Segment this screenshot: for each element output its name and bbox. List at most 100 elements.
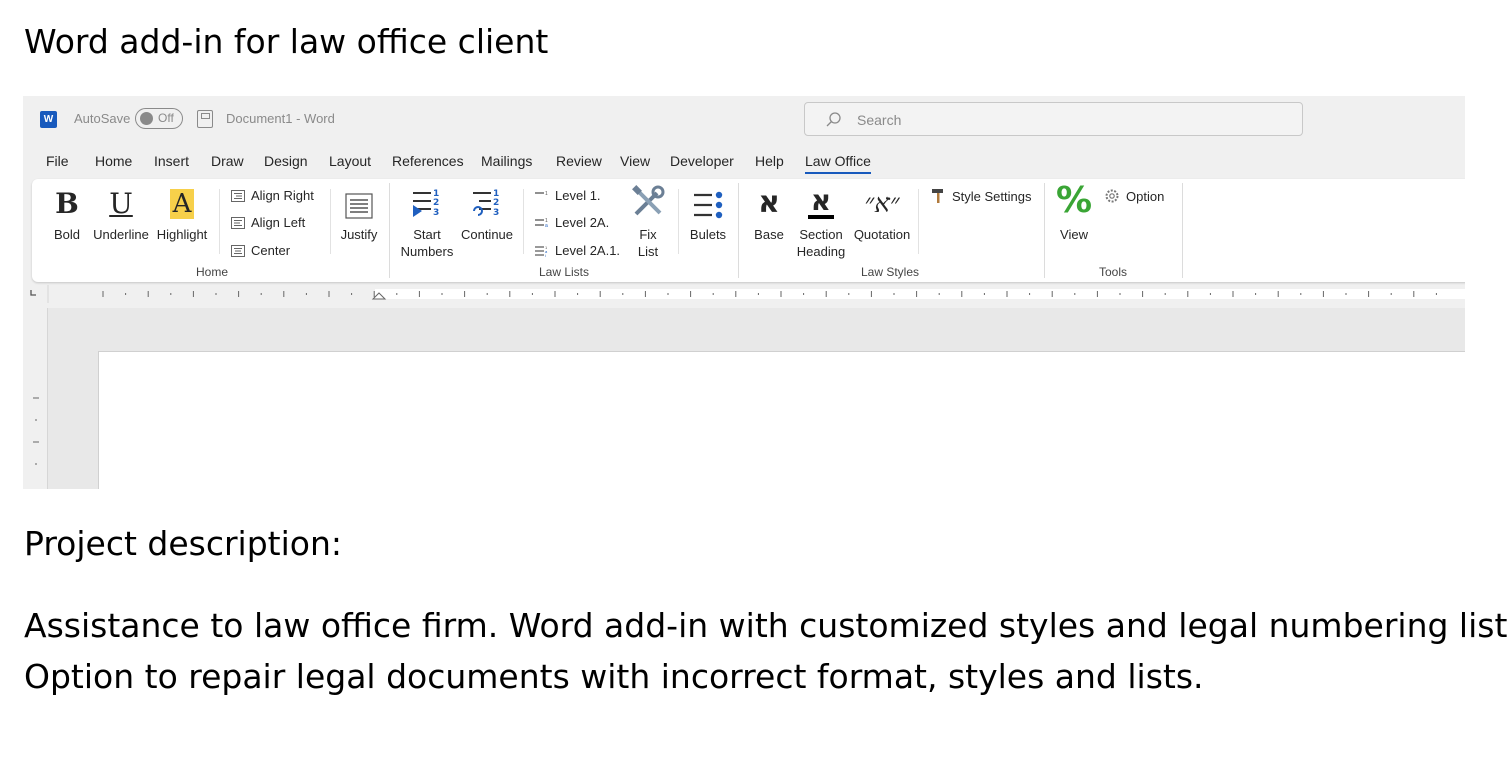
- search-placeholder: Search: [857, 112, 902, 128]
- level-1-icon: 1: [535, 191, 548, 197]
- start-numbers-button[interactable]: 123 Start Numbers: [396, 185, 458, 260]
- tab-mailings[interactable]: Mailings: [481, 153, 532, 169]
- tab-insert[interactable]: Insert: [154, 153, 189, 169]
- justify-label: Justify: [340, 227, 378, 242]
- fix-list-label-2: List: [637, 244, 659, 259]
- option-button[interactable]: Option: [1104, 188, 1164, 204]
- align-right-icon: [231, 189, 245, 202]
- tab-layout[interactable]: Layout: [329, 153, 371, 169]
- align-right-button[interactable]: Align Right: [231, 188, 314, 203]
- horizontal-ruler[interactable]: [23, 285, 1465, 303]
- bold-button[interactable]: B Bold: [50, 185, 84, 243]
- align-right-label: Align Right: [251, 188, 314, 203]
- tab-references[interactable]: References: [392, 153, 464, 169]
- percent-icon: %: [1055, 180, 1093, 221]
- level-1-button[interactable]: 1 Level 1.: [535, 188, 601, 203]
- title-bar: W AutoSave Off Document1 - Word Search: [23, 96, 1465, 142]
- underline-button[interactable]: U Underline: [90, 185, 152, 243]
- align-left-button[interactable]: Align Left: [231, 215, 305, 230]
- level-2a-button[interactable]: 1a Level 2A.: [535, 215, 609, 230]
- start-numbers-label-1: Start: [413, 227, 441, 242]
- aleph-underline-icon: א: [794, 185, 848, 219]
- svg-text:a: a: [545, 223, 548, 229]
- center-label: Center: [251, 243, 291, 258]
- svg-text:3: 3: [433, 208, 439, 218]
- bulets-label: Bulets: [689, 227, 727, 242]
- fix-list-label-1: Fix: [639, 227, 657, 242]
- description-line-2: Option to repair legal documents with in…: [24, 657, 1204, 696]
- page-heading: Word add-in for law office client: [24, 22, 549, 61]
- align-left-label: Align Left: [251, 215, 306, 230]
- aleph-icon: א: [758, 185, 780, 220]
- ruler-ticks: [30, 285, 1465, 303]
- tab-file[interactable]: File: [46, 153, 69, 169]
- svg-text:3: 3: [493, 208, 499, 218]
- toggle-knob: [140, 112, 153, 125]
- style-settings-button[interactable]: Style Settings: [930, 188, 1032, 204]
- highlight-button[interactable]: A Highlight: [152, 185, 212, 243]
- vertical-ruler[interactable]: [23, 308, 48, 489]
- svg-text:i: i: [545, 253, 546, 257]
- section-heading-button[interactable]: א Section Heading: [794, 185, 848, 260]
- autosave-toggle[interactable]: Off: [135, 108, 183, 129]
- option-label: Option: [1126, 188, 1165, 204]
- tab-developer[interactable]: Developer: [670, 153, 734, 169]
- level-2a-icon: 1a: [535, 218, 548, 229]
- style-settings-label: Style Settings: [952, 188, 1032, 204]
- underline-icon: U: [109, 187, 133, 220]
- group-label-law-styles: Law Styles: [860, 265, 920, 279]
- autosave-label: AutoSave: [74, 111, 131, 126]
- align-left-icon: [231, 216, 245, 229]
- fix-list-button[interactable]: Fix List: [624, 185, 672, 260]
- base-label: Base: [754, 227, 784, 242]
- search-icon: [826, 112, 841, 127]
- tab-review[interactable]: Review: [556, 153, 602, 169]
- vertical-ruler-ticks: [33, 397, 39, 465]
- quotation-aleph-icon: ״א״: [864, 189, 900, 219]
- group-label-home: Home: [195, 265, 229, 279]
- bold-icon: B: [55, 187, 79, 220]
- level-1-label: Level 1.: [555, 188, 601, 203]
- description-line-1: Assistance to law office firm. Word add-…: [24, 606, 1509, 645]
- level-2a1-icon: 1ai: [535, 245, 548, 257]
- bulets-button[interactable]: Bulets: [684, 185, 732, 243]
- tab-law-office[interactable]: Law Office: [805, 153, 871, 174]
- word-window: W AutoSave Off Document1 - Word Search F…: [23, 96, 1465, 489]
- view-button[interactable]: % View: [1052, 180, 1096, 243]
- save-icon[interactable]: [197, 110, 213, 128]
- document-page[interactable]: [98, 351, 1465, 489]
- level-2a1-button[interactable]: 1ai Level 2A.1.: [535, 243, 620, 258]
- base-style-button[interactable]: א Base: [746, 185, 792, 243]
- search-box[interactable]: Search: [804, 102, 1303, 136]
- quotation-button[interactable]: ״א״ Quotation: [850, 185, 914, 243]
- tab-view[interactable]: View: [620, 153, 650, 169]
- start-numbers-icon: 123: [396, 185, 458, 219]
- ribbon-panel: B Bold U Underline A Highlight Align Rig…: [32, 179, 1465, 282]
- level-2a-label: Level 2A.: [555, 215, 610, 230]
- center-button[interactable]: Center: [231, 243, 290, 258]
- start-numbers-label-2: Numbers: [400, 244, 454, 259]
- tools-wrench-icon: [624, 185, 672, 219]
- bold-label: Bold: [53, 227, 81, 242]
- highlight-icon: A: [152, 185, 212, 219]
- center-align-icon: [231, 244, 245, 257]
- continue-button[interactable]: 123 Continue: [458, 185, 516, 243]
- continue-numbering-icon: 123: [458, 185, 516, 219]
- toggle-state: Off: [158, 111, 174, 125]
- svg-text:2: 2: [493, 198, 499, 208]
- tab-draw[interactable]: Draw: [211, 153, 244, 169]
- section-heading-label-1: Section: [799, 227, 843, 242]
- justify-button[interactable]: Justify: [336, 185, 382, 243]
- ribbon-tabs: File Home Insert Draw Design Layout Refe…: [23, 151, 1465, 177]
- gear-icon: [1105, 189, 1119, 203]
- document-title: Document1 - Word: [226, 111, 335, 126]
- project-description: Assistance to law office firm. Word add-…: [24, 600, 1509, 702]
- highlight-label: Highlight: [156, 227, 208, 242]
- tab-help[interactable]: Help: [755, 153, 784, 169]
- section-heading-label-2: Heading: [796, 244, 846, 259]
- svg-text:2: 2: [433, 198, 439, 208]
- tab-design[interactable]: Design: [264, 153, 308, 169]
- word-logo-icon: W: [40, 111, 57, 128]
- tab-home[interactable]: Home: [95, 153, 132, 169]
- quotation-label: Quotation: [853, 227, 911, 242]
